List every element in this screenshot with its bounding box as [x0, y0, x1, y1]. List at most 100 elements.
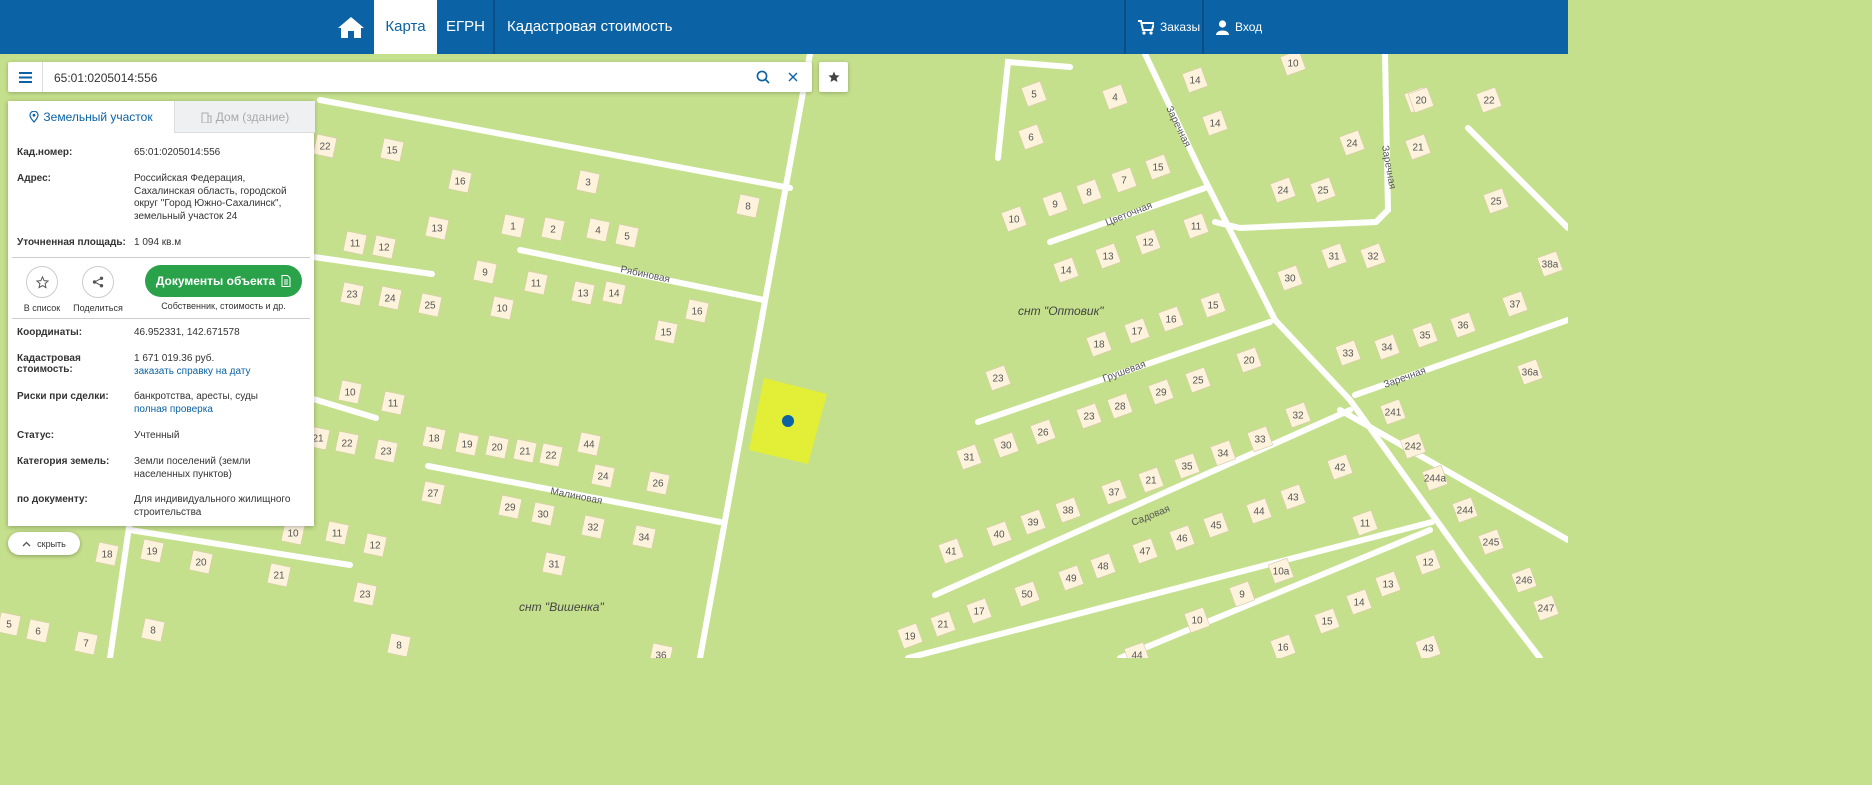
- house-number: 23: [346, 290, 358, 301]
- location-pin-icon: [29, 110, 39, 123]
- document-icon: [281, 275, 291, 287]
- house-number: 16: [454, 177, 466, 188]
- house-number: 46: [1176, 534, 1188, 545]
- field-label: Категория земель:: [17, 456, 110, 467]
- house-number: 39: [1027, 518, 1039, 529]
- house-number: 16: [1277, 643, 1289, 654]
- house-number: 1: [510, 222, 516, 233]
- parcel-marker-icon[interactable]: [782, 415, 794, 427]
- house-number: 23: [359, 590, 371, 601]
- house-number: 43: [1287, 493, 1299, 504]
- house-number: 14: [1209, 119, 1221, 130]
- top-navigation-bar: Карта ЕГРН Кадастровая стоимость Заказы …: [0, 0, 1568, 54]
- house-marker: 12: [371, 234, 397, 260]
- add-to-list-circle[interactable]: [26, 266, 58, 298]
- cost-value: 1 671 019.36 руб.: [134, 353, 215, 364]
- search-button[interactable]: [750, 62, 776, 92]
- house-number: 24: [384, 294, 396, 305]
- house-number: 32: [587, 523, 599, 534]
- clear-search-button[interactable]: [780, 62, 806, 92]
- house-marker: 22: [312, 133, 338, 159]
- house-number: 23: [992, 374, 1004, 385]
- house-marker: 4: [585, 217, 611, 243]
- menu-button[interactable]: [8, 62, 43, 92]
- house-number: 10: [1287, 59, 1299, 70]
- house-number: 38: [1062, 506, 1074, 517]
- home-icon: [338, 17, 364, 38]
- house-number: 15: [1321, 617, 1333, 628]
- tab-egrn[interactable]: ЕГРН: [446, 0, 485, 54]
- house-number: 49: [1065, 574, 1077, 585]
- object-info-panel: Земельный участок Дом (здание) Кад.номер…: [8, 101, 315, 526]
- house-number: 22: [341, 439, 353, 450]
- nav-divider: [1202, 0, 1204, 54]
- house-number: 36: [1457, 321, 1469, 332]
- house-number: 35: [1181, 462, 1193, 473]
- house-marker: 8: [735, 193, 761, 219]
- house-number: 24: [597, 472, 609, 483]
- house-number: 6: [1028, 133, 1034, 144]
- tab-cadastral-value[interactable]: Кадастровая стоимость: [507, 0, 677, 54]
- house-marker: 5: [614, 223, 640, 249]
- hide-panel-button[interactable]: скрыть: [8, 532, 80, 555]
- tab-house-label: Дом (здание): [215, 109, 290, 124]
- house-number: 244а: [1424, 474, 1447, 485]
- house-marker: 30: [530, 501, 556, 527]
- full-check-link[interactable]: полная проверка: [134, 404, 304, 417]
- house-number: 5: [624, 232, 630, 243]
- favorites-button[interactable]: [819, 62, 848, 92]
- house-number: 7: [83, 639, 89, 650]
- hide-panel-label: скрыть: [37, 538, 66, 549]
- house-number: 12: [1142, 238, 1154, 249]
- house-number: 11: [350, 239, 361, 250]
- house-number: 25: [1317, 186, 1329, 197]
- tab-house[interactable]: Дом (здание): [174, 101, 315, 133]
- house-number: 29: [1155, 388, 1167, 399]
- status-value: Учтенный: [134, 430, 180, 441]
- share-label: Поделиться: [73, 303, 123, 313]
- tab-map[interactable]: Карта: [374, 0, 437, 54]
- cadastral-number-link[interactable]: 65:01:0205014:556: [134, 147, 304, 160]
- house-number: 15: [660, 328, 672, 339]
- house-marker: 10: [489, 295, 515, 321]
- field-label: Координаты:: [17, 327, 83, 338]
- house-number: 38а: [1542, 260, 1559, 271]
- orders-button[interactable]: Заказы: [1138, 0, 1200, 54]
- house-marker: 34: [631, 524, 657, 550]
- order-certificate-link[interactable]: заказать справку на дату: [134, 366, 304, 379]
- field-label: Кадастровая стоимость:: [17, 353, 81, 375]
- house-marker: 7: [73, 630, 99, 656]
- home-button[interactable]: [330, 0, 372, 54]
- house-number: 30: [537, 510, 549, 521]
- house-number: 44: [583, 440, 595, 451]
- house-number: 20: [195, 558, 207, 569]
- house-number: 14: [1060, 266, 1072, 277]
- share-button[interactable]: Поделиться: [68, 266, 128, 313]
- house-marker: 23: [352, 581, 378, 607]
- house-number: 16: [691, 307, 703, 318]
- house-number: 247: [1538, 604, 1555, 615]
- add-to-list-button[interactable]: В список: [12, 266, 72, 313]
- house-number: 45: [1210, 521, 1222, 532]
- house-number: 48: [1097, 562, 1109, 573]
- house-marker: 15: [379, 137, 405, 163]
- house-number: 20: [1415, 96, 1427, 107]
- login-button[interactable]: Вход: [1216, 0, 1262, 54]
- house-marker: 22: [334, 430, 360, 456]
- house-number: 26: [1037, 428, 1049, 439]
- house-marker: 3: [575, 169, 601, 195]
- house-marker: 20: [188, 549, 214, 575]
- divider: [12, 318, 310, 319]
- share-circle[interactable]: [82, 266, 114, 298]
- tab-land-plot[interactable]: Земельный участок: [8, 101, 174, 132]
- house-number: 13: [431, 224, 443, 235]
- house-marker: 2: [540, 216, 566, 242]
- house-number: 15: [1207, 301, 1219, 312]
- object-documents-button[interactable]: Документы объекта: [145, 265, 302, 297]
- house-number: 20: [491, 443, 503, 454]
- house-number: 3: [585, 178, 591, 189]
- star-outline-icon: [35, 275, 49, 289]
- house-number: 8: [396, 641, 402, 652]
- search-input[interactable]: [52, 67, 746, 89]
- house-marker: 13: [424, 215, 450, 241]
